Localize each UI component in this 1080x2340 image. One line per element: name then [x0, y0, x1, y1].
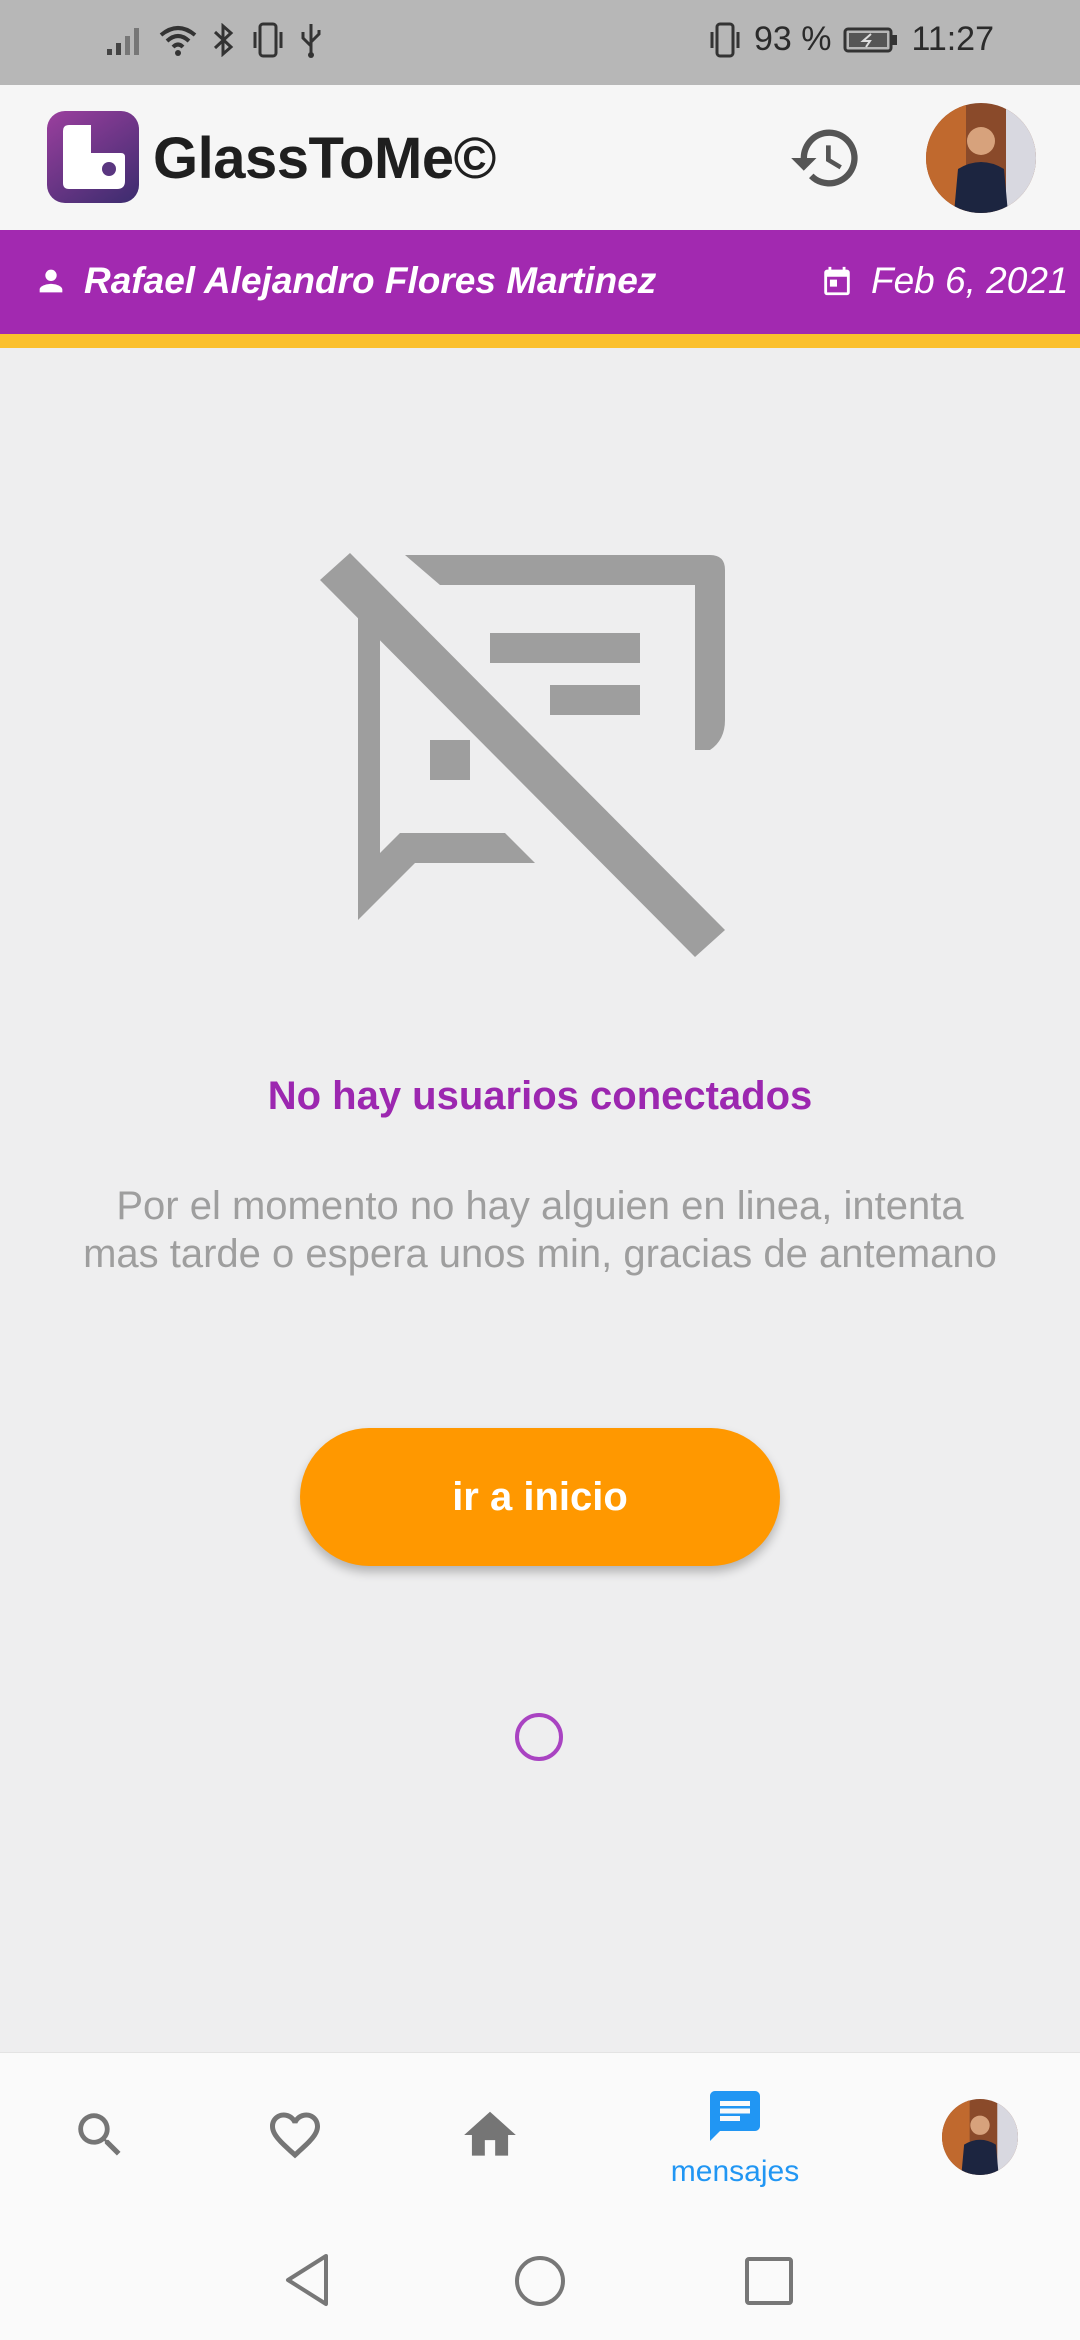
battery-charging-icon — [843, 25, 899, 55]
history-icon[interactable] — [788, 120, 864, 196]
user-name: Rafael Alejandro Flores Martinez — [84, 260, 657, 301]
loading-spinner — [515, 1713, 563, 1761]
clock: 11:27 — [911, 20, 994, 58]
empty-state-message-line: Por el momento no hay alguien en linea, … — [116, 1184, 964, 1228]
empty-state-message: Por el momento no hay alguien en linea, … — [40, 1182, 1040, 1278]
back-icon[interactable] — [282, 2252, 332, 2313]
accent-stripe — [0, 334, 1080, 348]
person-icon — [34, 264, 68, 298]
search-icon — [71, 2106, 129, 2169]
home-icon — [459, 2104, 521, 2171]
nav-home[interactable] — [430, 2053, 550, 2221]
app-logo-icon — [47, 111, 139, 203]
nav-favorites[interactable] — [235, 2053, 355, 2221]
status-bar: 93 % 11:27 — [0, 0, 1080, 85]
chat-icon — [705, 2086, 765, 2151]
nav-messages[interactable]: mensajes — [660, 2053, 810, 2221]
calendar-icon — [820, 264, 854, 298]
signal-icon — [105, 23, 145, 57]
app-bar: GlassToMe© — [0, 85, 1080, 230]
recents-icon[interactable] — [744, 2256, 794, 2311]
bottom-nav: mensajes — [0, 2052, 1080, 2221]
speaker-notes-off-icon — [310, 545, 740, 965]
empty-state-title: No hay usuarios conectados — [267, 1074, 813, 1118]
heart-icon — [265, 2105, 325, 2170]
usb-icon — [299, 22, 323, 58]
current-date: Feb 6, 2021 — [871, 260, 1069, 301]
empty-state-message-line: mas tarde o espera unos min, gracias de … — [83, 1232, 997, 1276]
nav-profile[interactable] — [920, 2053, 1040, 2221]
app-title: GlassToMe© — [153, 126, 496, 191]
home-circle-icon[interactable] — [513, 2254, 567, 2313]
vibrate-mode-icon — [708, 22, 742, 58]
go-home-button[interactable]: ir a inicio — [300, 1428, 780, 1566]
avatar — [942, 2099, 1018, 2175]
avatar[interactable] — [926, 103, 1036, 213]
vibrate-icon — [251, 22, 285, 58]
wifi-icon — [159, 23, 197, 57]
system-nav-bar — [0, 2220, 1080, 2340]
battery-percent: 93 % — [753, 20, 832, 58]
bluetooth-icon — [211, 23, 237, 57]
user-info-bar: Rafael Alejandro Flores Martinez Feb 6, … — [0, 230, 1080, 334]
nav-search[interactable] — [40, 2053, 160, 2221]
nav-messages-label: mensajes — [670, 2154, 800, 2188]
